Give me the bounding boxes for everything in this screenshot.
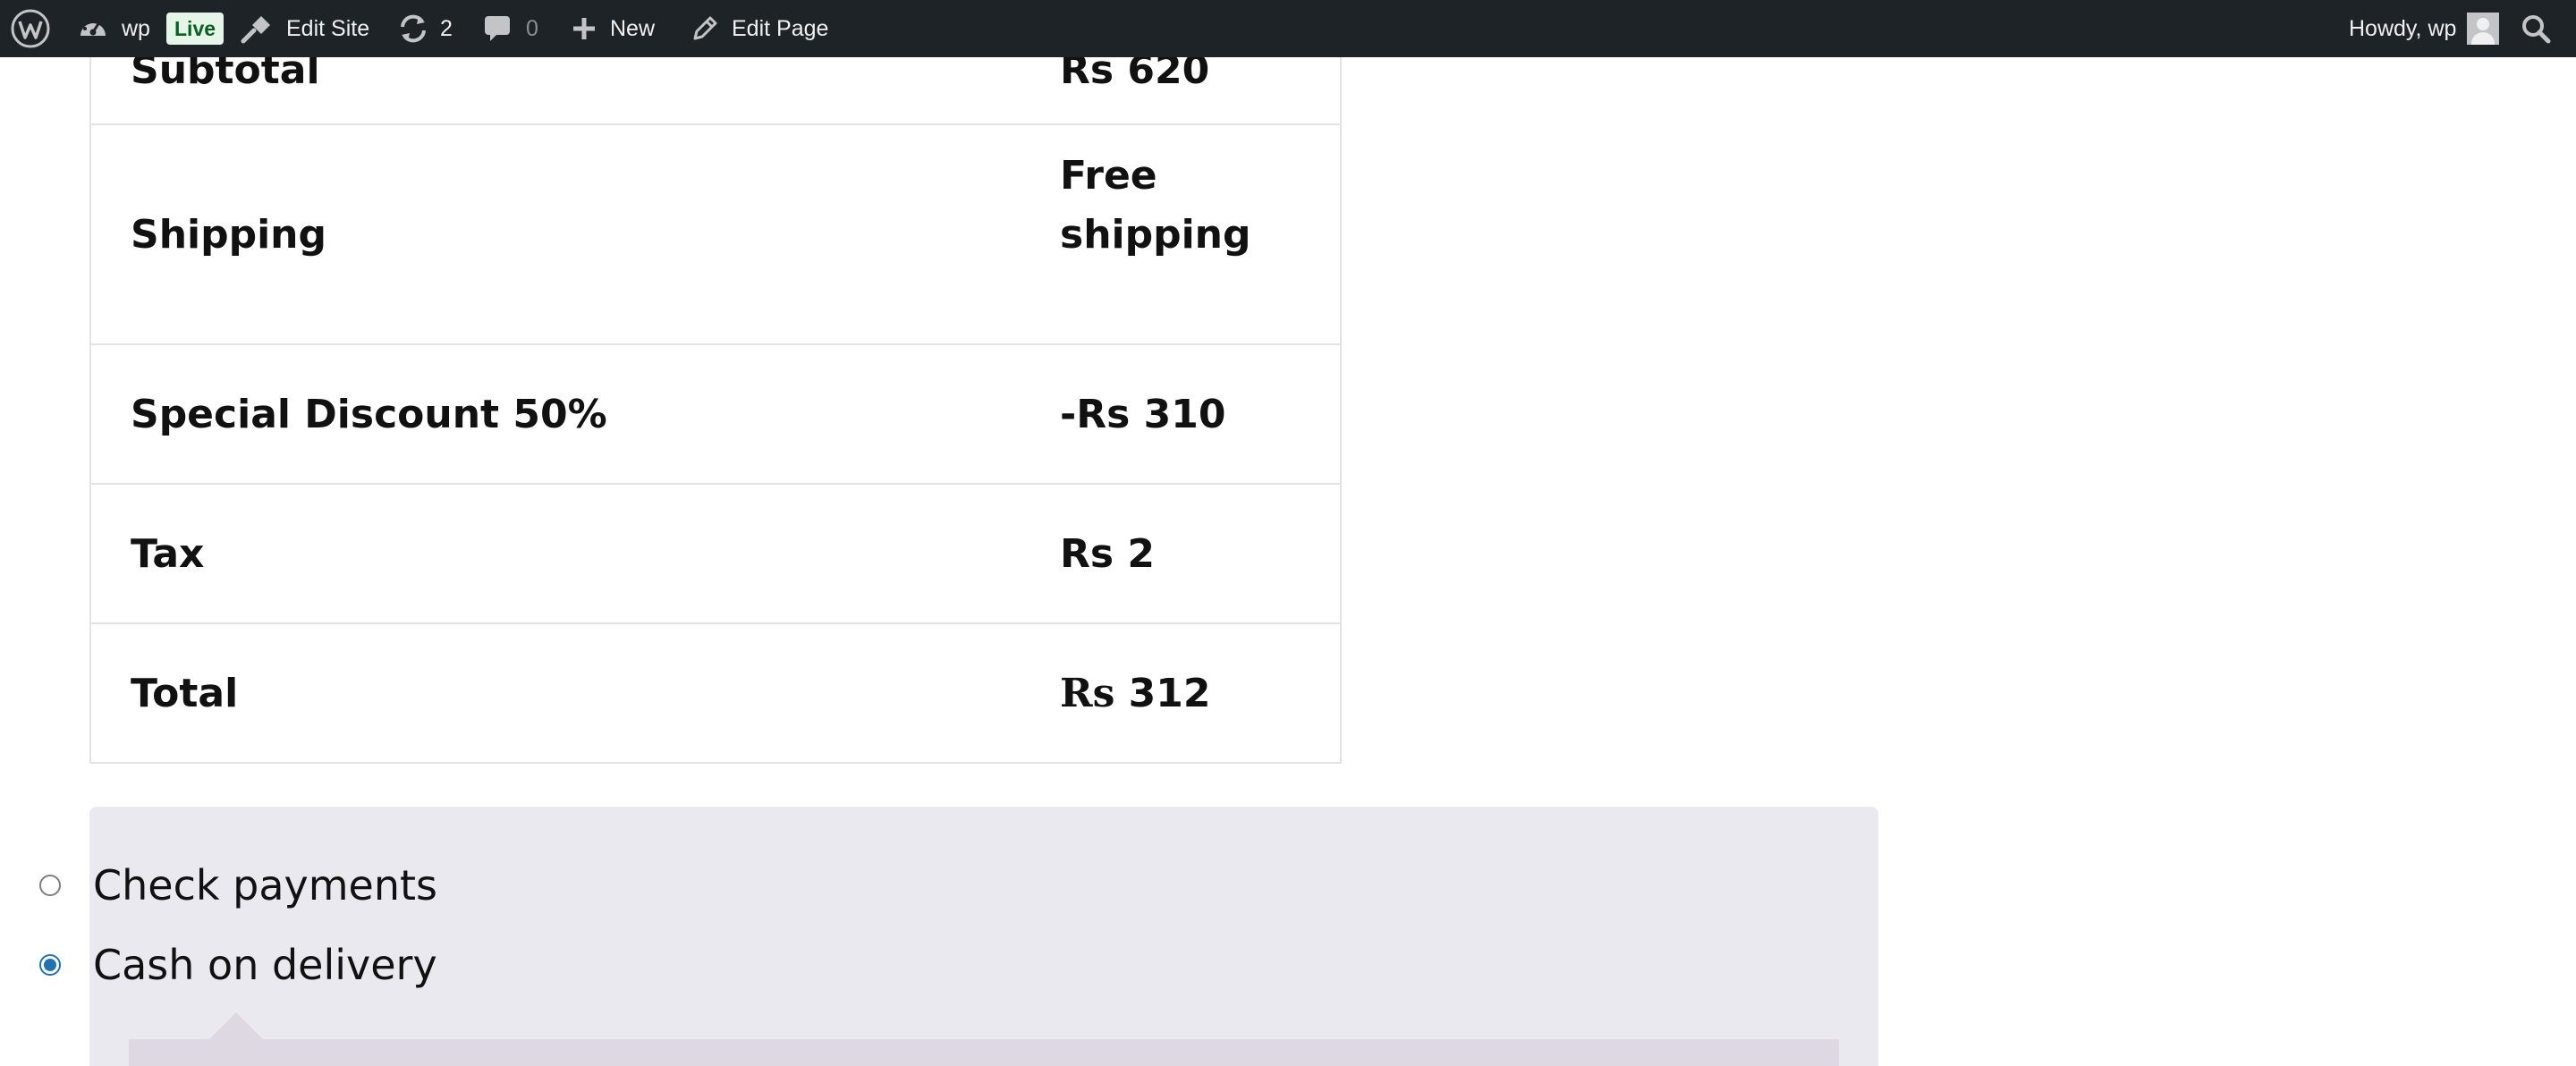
- cash-on-delivery-radio[interactable]: [39, 954, 61, 976]
- payment-option-cod[interactable]: Cash on delivery: [39, 934, 437, 996]
- new-label: New: [610, 15, 656, 41]
- dashboard-icon: [77, 13, 109, 45]
- shipping-row: Shipping Free shipping: [91, 125, 1340, 345]
- edit-page-label: Edit Page: [732, 15, 829, 41]
- discount-value: -Rs 310: [1060, 392, 1226, 437]
- order-totals-table: Subtotal Rs 620 Shipping Free shipping S…: [89, 14, 1342, 764]
- shipping-label: Shipping: [131, 212, 326, 258]
- howdy-label: Howdy, wp: [2349, 15, 2457, 41]
- avatar: [2467, 13, 2500, 45]
- total-label: Total: [131, 671, 239, 716]
- total-amount: 312: [1128, 671, 1211, 716]
- pencil-icon: [691, 14, 719, 43]
- plus-icon: [571, 15, 597, 42]
- payment-description-box: [129, 1039, 1839, 1066]
- site-name: wp: [122, 15, 150, 41]
- cash-on-delivery-label: Cash on delivery: [93, 941, 437, 989]
- updates-icon: [397, 13, 429, 45]
- edit-page-link[interactable]: Edit Page: [691, 0, 828, 57]
- updates-count: 2: [440, 15, 453, 41]
- search-icon: [2521, 13, 2551, 44]
- live-badge: Live: [166, 0, 225, 57]
- discount-label: Special Discount 50%: [131, 392, 607, 437]
- live-badge-label: Live: [166, 13, 225, 45]
- payment-option-check[interactable]: Check payments: [39, 854, 437, 917]
- total-value: Rs 312: [1060, 664, 1211, 723]
- total-row: Total Rs 312: [91, 624, 1340, 762]
- comments-count: 0: [526, 15, 538, 41]
- new-content-link[interactable]: New: [571, 0, 655, 57]
- search-button[interactable]: [2521, 0, 2551, 57]
- edit-site-link[interactable]: Edit Site: [240, 0, 369, 57]
- discount-row: Special Discount 50% -Rs 310: [91, 345, 1340, 485]
- tax-row: Tax Rs 2: [91, 485, 1340, 624]
- check-payments-label: Check payments: [93, 861, 438, 909]
- wp-admin-bar: wp Live Edit Site 2 0 New Edit Page Howd…: [0, 0, 2576, 57]
- site-menu[interactable]: wp: [77, 0, 150, 57]
- wordpress-logo-icon[interactable]: [11, 0, 50, 57]
- comments-icon: [483, 13, 512, 44]
- check-payments-radio[interactable]: [39, 875, 61, 896]
- payment-description-pointer: [209, 1012, 263, 1039]
- edit-site-icon: [240, 13, 274, 45]
- shipping-value: Free shipping: [1060, 153, 1251, 258]
- tax-value: Rs 2: [1060, 531, 1156, 577]
- edit-site-label: Edit Site: [286, 15, 370, 41]
- currency-symbol: Rs: [1060, 671, 1115, 716]
- comments-link[interactable]: 0: [483, 0, 538, 57]
- my-account-menu[interactable]: Howdy, wp: [2349, 0, 2500, 57]
- tax-label: Tax: [131, 531, 205, 577]
- updates-link[interactable]: 2: [397, 0, 453, 57]
